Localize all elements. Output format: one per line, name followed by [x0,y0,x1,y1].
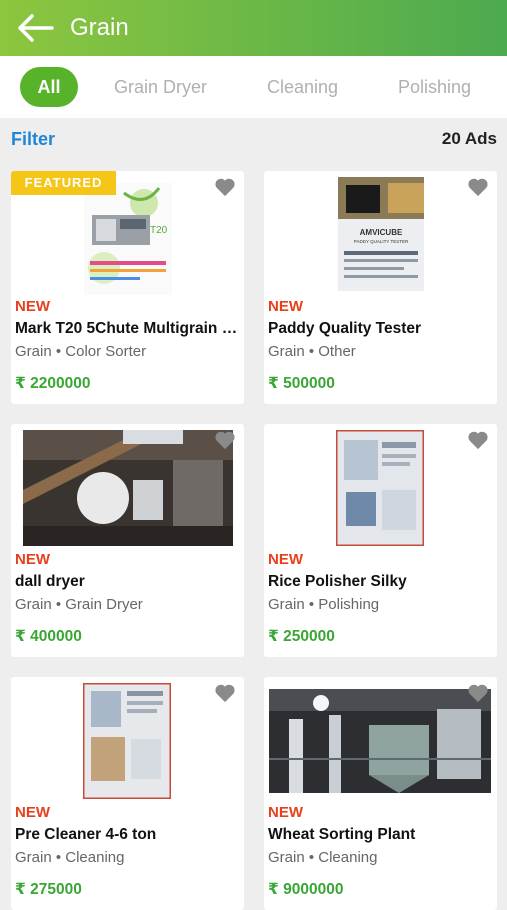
heart-icon[interactable] [214,430,236,450]
listing-image: AMVICUBE PADDY QUALITY TESTER [338,177,424,291]
filter-button[interactable]: Filter [11,129,55,150]
listing-price: ₹ 9000000 [268,881,344,898]
listing-image [269,689,491,793]
image-subtitle-text: PADDY QUALITY TESTER [354,239,409,244]
heart-icon[interactable] [467,683,489,703]
listing-price: ₹ 2200000 [15,375,91,392]
app-bar: Grain [0,0,507,56]
new-badge: NEW [15,298,50,315]
arrow-left-icon [18,14,54,42]
new-badge: NEW [15,804,50,821]
listing-card[interactable]: NEW Pre Cleaner 4-6 ton Grain • Cleaning… [11,677,244,910]
featured-badge: FEATURED [11,171,116,195]
listing-image [336,430,424,546]
listing-title: Pre Cleaner 4-6 ton [15,826,157,843]
listing-card[interactable]: NEW Rice Polisher Silky Grain • Polishin… [264,424,497,657]
listing-image [83,683,171,799]
tab-grain-dryer[interactable]: Grain Dryer [114,77,207,98]
new-badge: NEW [268,551,303,568]
listing-price: ₹ 400000 [15,628,82,645]
listing-category: Grain • Cleaning [15,849,125,866]
page-title: Grain [70,14,129,41]
tab-cleaning[interactable]: Cleaning [267,77,338,98]
tab-polishing[interactable]: Polishing [398,77,471,98]
listing-card[interactable]: NEW Wheat Sorting Plant Grain • Cleaning… [264,677,497,910]
listing-category: Grain • Grain Dryer [15,596,143,613]
listing-image: T20 [84,183,172,295]
new-badge: NEW [15,551,50,568]
listing-price: ₹ 500000 [268,375,335,392]
listing-card[interactable]: T20 FEATURED NEW Mark T20 5Chute Multigr… [11,171,244,404]
tab-all[interactable]: All [20,67,78,107]
listing-category: Grain • Other [268,343,356,360]
listing-title: dall dryer [15,573,85,590]
back-button[interactable] [0,0,70,56]
listing-price: ₹ 250000 [268,628,335,645]
listing-image [23,430,233,546]
listing-card[interactable]: NEW dall dryer Grain • Grain Dryer ₹ 400… [11,424,244,657]
heart-icon[interactable] [467,430,489,450]
listing-title: Wheat Sorting Plant [268,826,416,843]
filter-bar: Filter 20 Ads [0,118,507,160]
listing-category: Grain • Cleaning [268,849,378,866]
listing-category: Grain • Polishing [268,596,380,613]
heart-icon[interactable] [214,683,236,703]
image-brand-text: AMVICUBE [360,228,403,237]
listing-title: Paddy Quality Tester [268,320,422,337]
heart-icon[interactable] [214,177,236,197]
listing-price: ₹ 275000 [15,881,82,898]
listing-title: Mark T20 5Chute Multigrain So... [15,320,239,337]
category-tabs: All Grain Dryer Cleaning Polishing [0,56,507,118]
listing-category: Grain • Color Sorter [15,343,147,360]
listing-title: Rice Polisher Silky [268,573,407,590]
new-badge: NEW [268,298,303,315]
new-badge: NEW [268,804,303,821]
svg-text:T20: T20 [150,225,168,236]
listing-card[interactable]: AMVICUBE PADDY QUALITY TESTER NEW Paddy … [264,171,497,404]
heart-icon[interactable] [467,177,489,197]
ads-count: 20 Ads [441,129,497,148]
